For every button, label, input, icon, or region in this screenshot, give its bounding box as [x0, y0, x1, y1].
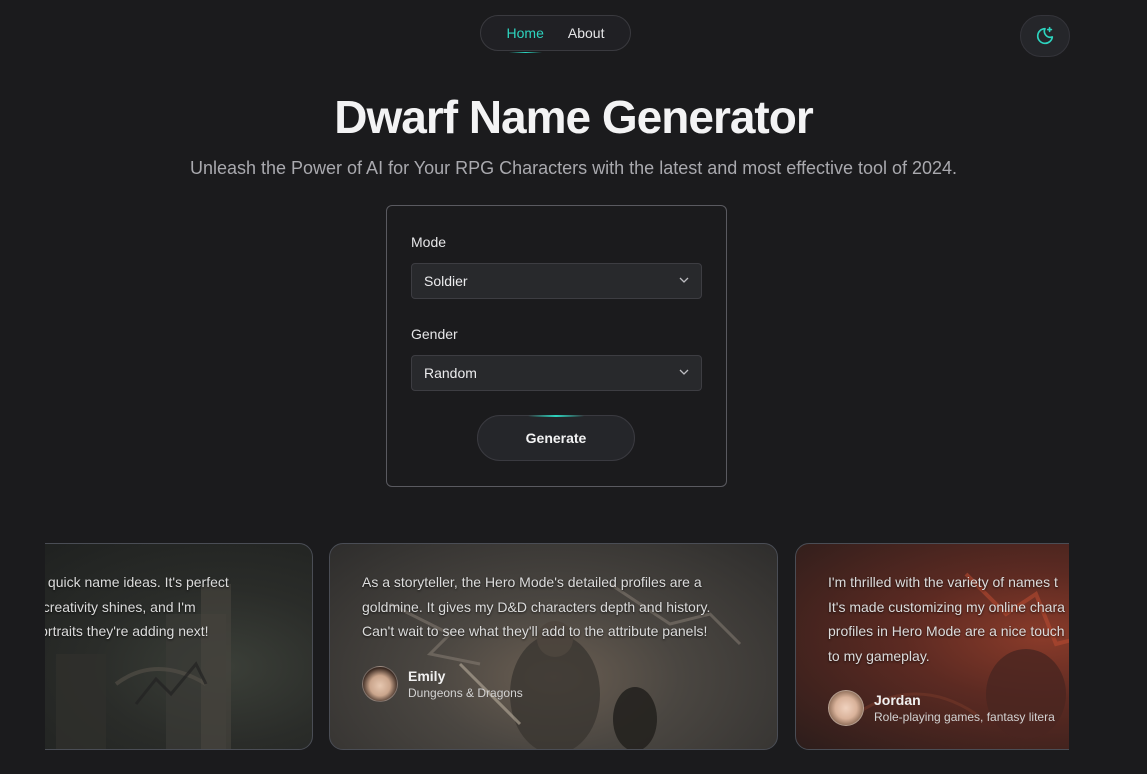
testimonial-line: As a storyteller, the Hero Mode's detail…	[362, 574, 702, 590]
testimonial-author: Jordan Role-playing games, fantasy liter…	[828, 690, 1055, 726]
theme-toggle-button[interactable]	[1020, 15, 1070, 57]
generator-form: Mode Soldier Gender Random Generate	[386, 205, 727, 487]
gender-label: Gender	[411, 326, 458, 342]
author-name: Emily	[408, 668, 446, 684]
gender-select-value: Random	[424, 365, 477, 381]
avatar	[828, 690, 864, 726]
gender-select[interactable]: Random	[411, 355, 702, 391]
testimonial-card: I'm thrilled with the variety of names t…	[795, 543, 1069, 750]
testimonial-line: I'm thrilled with the variety of names t	[828, 574, 1058, 590]
nav-about-link[interactable]: About	[568, 25, 605, 41]
mode-select-value: Soldier	[424, 273, 468, 289]
testimonial-text: As a storyteller, the Hero Mode's detail…	[362, 570, 762, 644]
testimonial-author: Emily Dungeons & Dragons	[362, 666, 523, 702]
generate-button[interactable]: Generate	[477, 415, 635, 461]
testimonial-line: to my gameplay.	[828, 647, 930, 664]
author-name: Jordan	[874, 692, 921, 708]
mode-label: Mode	[411, 234, 447, 250]
testimonial-line: goldmine. It gives my D&D characters dep…	[362, 598, 711, 615]
testimonial-card: e for quick name ideas. It's perfect AI'…	[45, 543, 313, 750]
testimonial-line: It's made customizing my online chara	[828, 598, 1065, 615]
top-nav: Home About	[480, 15, 631, 53]
testimonial-carousel[interactable]: e for quick name ideas. It's perfect AI'…	[45, 543, 1069, 750]
testimonial-card: As a storyteller, the Hero Mode's detail…	[329, 543, 778, 750]
page-subtitle: Unleash the Power of AI for Your RPG Cha…	[189, 158, 958, 178]
testimonial-line: AI's creativity shines, and I'm	[45, 598, 196, 615]
nav-home-link[interactable]: Home	[507, 25, 544, 53]
avatar	[362, 666, 398, 702]
mode-select[interactable]: Soldier	[411, 263, 702, 299]
author-role: Dungeons & Dragons	[408, 686, 523, 700]
moon-sparkle-icon	[1036, 26, 1054, 45]
testimonial-line: e for quick name ideas. It's perfect	[45, 574, 229, 590]
testimonial-text: e for quick name ideas. It's perfect AI'…	[45, 570, 312, 644]
chevron-down-icon	[679, 369, 689, 375]
page-title: Dwarf Name Generator	[334, 91, 814, 143]
testimonial-text: I'm thrilled with the variety of names t…	[828, 570, 1069, 668]
testimonial-line: profiles in Hero Mode are a nice touch	[828, 623, 1065, 639]
author-role: Role-playing games, fantasy litera	[874, 710, 1055, 724]
testimonial-line: Can't wait to see what they'll add to th…	[362, 623, 708, 639]
chevron-down-icon	[679, 277, 689, 283]
testimonial-line: er portraits they're adding next!	[45, 623, 209, 639]
